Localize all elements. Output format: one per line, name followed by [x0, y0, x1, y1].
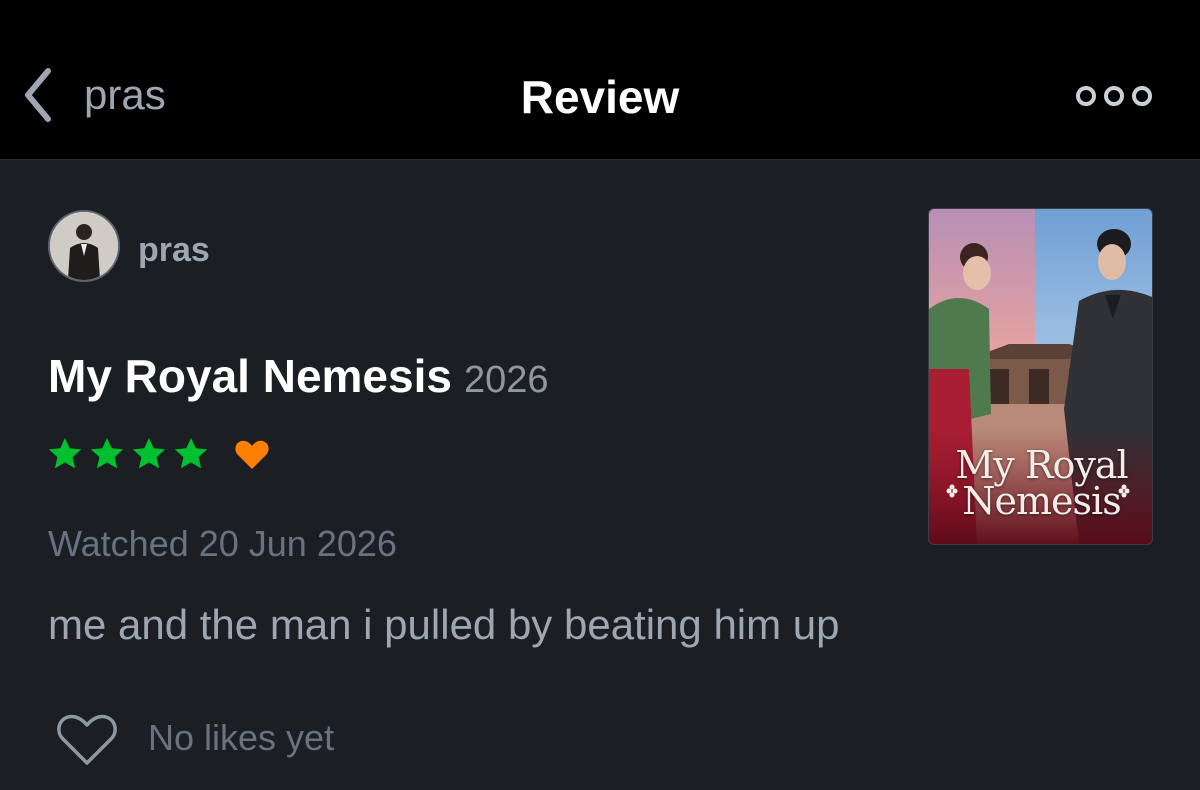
review-author-name[interactable]: pras [138, 230, 210, 270]
page-title: Review [520, 71, 680, 123]
heart-outline-icon[interactable] [56, 712, 118, 768]
top-nav-bar: pras Review [0, 0, 1200, 160]
back-button-label: pras [84, 71, 166, 118]
film-year[interactable]: 2026 [464, 359, 549, 401]
film-heading: My Royal Nemesis 2026 [48, 348, 549, 408]
star-icon [48, 437, 82, 469]
star-icon [90, 437, 124, 469]
back-button[interactable]: pras [20, 60, 166, 130]
watched-date: Watched 20 Jun 2026 [48, 523, 397, 564]
more-options-icon[interactable] [1074, 80, 1154, 112]
chevron-left-icon [25, 68, 51, 122]
review-screen: pras Review pras My Royal Nemesis 2026 Wa… [0, 0, 1200, 790]
review-body: me and the man i pulled by beating him u… [48, 601, 840, 648]
avatar[interactable] [48, 210, 120, 282]
poster-artwork [929, 209, 1152, 544]
star-icon [174, 437, 208, 469]
star-icon [132, 437, 166, 469]
heart-filled-icon [235, 440, 269, 469]
avatar-image [50, 212, 118, 280]
film-title[interactable]: My Royal Nemesis [48, 350, 452, 402]
rating-row [46, 434, 270, 474]
likes-count-text: No likes yet [148, 717, 335, 758]
film-poster[interactable]: My Royal Nemesis [928, 208, 1153, 545]
